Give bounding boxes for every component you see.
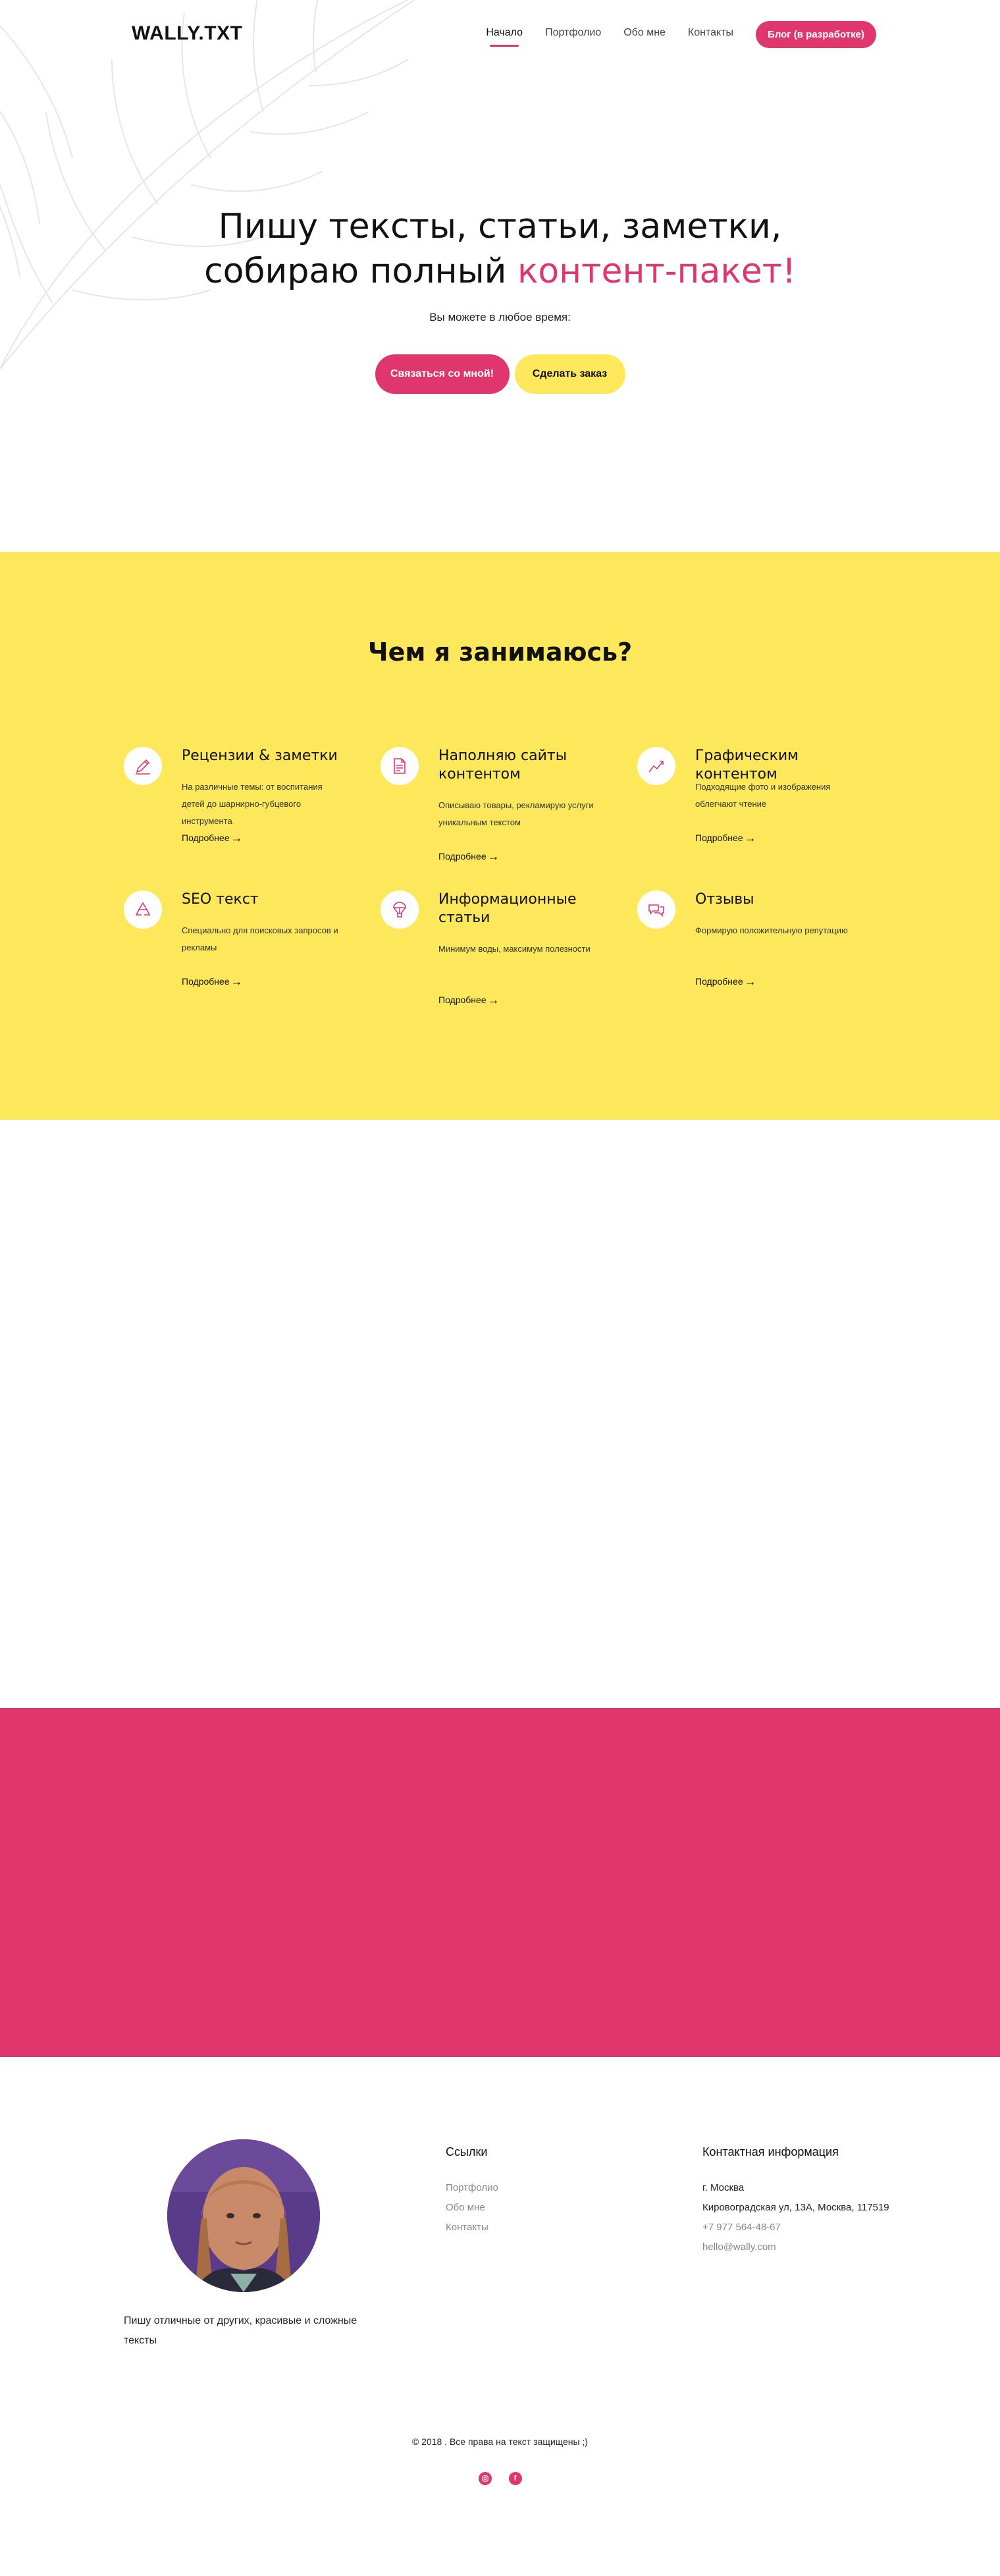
- service-desc: Формирую положительную репутацию: [695, 925, 848, 935]
- site-logo[interactable]: WALLY.TXT: [132, 22, 242, 45]
- contact-city: г. Москва: [702, 2182, 745, 2193]
- footer-about-text: Пишу отличные от других, красивые и слож…: [124, 2315, 357, 2346]
- hero-title-line2: собираю полный: [204, 252, 517, 291]
- blog-button[interactable]: Блог (в разработке): [756, 21, 876, 48]
- footer-links: Портфолио Обо мне Контакты: [446, 2178, 498, 2237]
- footer-link-about[interactable]: Обо мне: [446, 2198, 498, 2218]
- service-desc: Специально для поисковых запросов и рекл…: [182, 925, 338, 952]
- service-desc: На различные темы: от воспитания детей д…: [182, 782, 323, 826]
- arrow-right-icon: →: [744, 831, 756, 844]
- arrow-right-icon: →: [744, 975, 756, 988]
- contact-info: г. Москва Кировоградская ул, 13А, Москва…: [702, 2178, 889, 2257]
- services-section: Чем я занимаюсь? Рецензии & заметки На р…: [0, 552, 1000, 1120]
- document-icon: [381, 747, 419, 785]
- links-title: Ссылки: [446, 2145, 488, 2158]
- copyright: © 2018 . Все права на текст защищены ;): [411, 2436, 589, 2447]
- more-label: Подробнее: [438, 851, 487, 862]
- chat-bubbles-icon: [637, 891, 675, 929]
- hero-buttons: Связаться со мной! Сделать заказ: [0, 354, 1000, 394]
- footer-link-portfolio[interactable]: Портфолио: [446, 2178, 498, 2198]
- service-desc: Минимум воды, максимум полезности: [438, 944, 591, 954]
- leaf-decoration-icon: [0, 0, 416, 370]
- service-title: Отзывы: [695, 891, 754, 908]
- service-title: Наполняю сайты контентом: [438, 748, 567, 782]
- nav-item-home[interactable]: Начало: [486, 27, 523, 47]
- footer-link-contacts[interactable]: Контакты: [446, 2218, 498, 2237]
- pink-band-section: [0, 1708, 1000, 2057]
- nav-item-about[interactable]: Обо мне: [623, 27, 666, 43]
- hero-subtitle: Вы можете в любое время:: [429, 311, 571, 323]
- arrow-right-icon: →: [230, 975, 243, 988]
- arrow-right-icon: →: [487, 993, 500, 1006]
- service-more-link[interactable]: Подробнее →: [438, 850, 500, 863]
- hero-title-accent: контент-пакет!: [517, 252, 796, 291]
- service-more-link[interactable]: Подробнее →: [695, 831, 756, 844]
- services-title: Чем я занимаюсь?: [367, 638, 633, 667]
- service-more-link[interactable]: Подробнее →: [695, 975, 756, 988]
- service-desc: Подходящие фото и изображения облегчают …: [695, 782, 831, 809]
- hero-title: Пишу тексты, статьи, заметки, собираю по…: [0, 204, 1000, 294]
- balloon-icon: [381, 891, 419, 929]
- contact-me-button[interactable]: Связаться со мной!: [375, 354, 510, 394]
- more-label: Подробнее: [182, 976, 230, 987]
- contact-title: Контактная информация: [702, 2145, 839, 2158]
- nav-item-contacts[interactable]: Контакты: [688, 27, 733, 43]
- contact-address: Кировоградская ул, 13А, Москва, 117519: [702, 2202, 889, 2213]
- make-order-button[interactable]: Сделать заказ: [514, 354, 625, 394]
- instagram-icon[interactable]: [478, 2472, 492, 2485]
- arrow-right-icon: →: [487, 850, 500, 863]
- pencil-icon: [124, 747, 162, 785]
- avatar: [167, 2139, 320, 2292]
- contact-email[interactable]: hello@wally.com: [702, 2237, 889, 2257]
- more-label: Подробнее: [438, 995, 487, 1005]
- service-desc: Описываю товары, рекламирую услуги уника…: [438, 800, 594, 827]
- hero-section: WALLY.TXT Начало Портфолио Обо мне Конта…: [0, 0, 1000, 552]
- more-label: Подробнее: [182, 833, 230, 843]
- service-more-link[interactable]: Подробнее →: [182, 831, 243, 844]
- arrow-right-icon: →: [230, 831, 243, 844]
- hero-title-line1: Пишу тексты, статьи, заметки,: [218, 207, 782, 246]
- footer: Пишу отличные от других, красивые и слож…: [0, 2057, 1000, 2576]
- nav-item-portfolio[interactable]: Портфолио: [545, 27, 601, 43]
- recycle-icon: [124, 891, 162, 929]
- service-more-link[interactable]: Подробнее →: [438, 993, 500, 1006]
- service-more-link[interactable]: Подробнее →: [182, 975, 243, 988]
- service-title: SEO текст: [182, 891, 259, 908]
- more-label: Подробнее: [695, 976, 743, 987]
- social-links: f: [0, 2472, 1000, 2485]
- chart-line-icon: [637, 747, 675, 785]
- contact-phone[interactable]: +7 977 564-48-67: [702, 2218, 889, 2237]
- more-label: Подробнее: [695, 833, 743, 843]
- facebook-icon[interactable]: f: [508, 2472, 522, 2485]
- service-title: Рецензии & заметки: [182, 748, 338, 764]
- main-nav: Начало Портфолио Обо мне Контакты Блог (…: [486, 21, 876, 48]
- service-title: Информационные статьи: [438, 891, 577, 926]
